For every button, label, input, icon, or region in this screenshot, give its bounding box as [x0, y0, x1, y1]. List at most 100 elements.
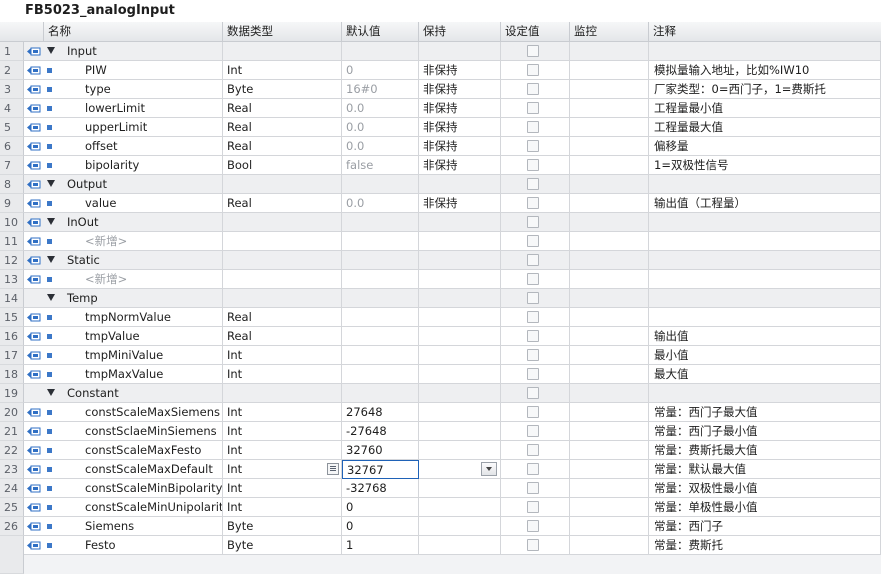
setpoint-cell[interactable] [501, 479, 570, 498]
comment-cell[interactable]: 常量：双极性最小值 [649, 479, 881, 498]
comment-cell[interactable]: 常量：西门子最大值 [649, 403, 881, 422]
retain-cell[interactable] [419, 308, 501, 327]
table-row[interactable]: 16 tmpValue Real 输出值 [0, 327, 881, 346]
datatype-cell[interactable]: Int [223, 365, 342, 384]
row-number[interactable]: 24 [0, 479, 24, 498]
checkbox-icon[interactable] [527, 444, 539, 456]
row-number[interactable]: 10 [0, 213, 24, 232]
datatype-cell[interactable] [223, 213, 342, 232]
checkbox-icon[interactable] [527, 368, 539, 380]
comment-cell[interactable] [649, 175, 881, 194]
checkbox-icon[interactable] [527, 501, 539, 513]
retain-cell[interactable] [419, 42, 501, 61]
expand-triangle-icon[interactable] [47, 180, 55, 187]
default-value-cell[interactable] [342, 270, 419, 289]
variable-name[interactable]: upperLimit [85, 118, 147, 136]
checkbox-icon[interactable] [527, 406, 539, 418]
name-cell[interactable]: lowerLimit [24, 99, 223, 118]
table-row[interactable]: 21 constSclaeMinSiemens Int -27648 常量：西门子最小值 [0, 422, 881, 441]
row-number[interactable]: 22 [0, 441, 24, 460]
name-cell[interactable]: tmpValue [24, 327, 223, 346]
table-row[interactable]: 2 PIW Int 0 非保持 模拟量输入地址，比如%IW10 [0, 61, 881, 80]
datatype-cell[interactable] [223, 232, 342, 251]
retain-cell[interactable]: 非保持 [419, 118, 501, 137]
row-number[interactable]: 3 [0, 80, 24, 99]
default-value-cell[interactable] [342, 308, 419, 327]
datatype-cell[interactable] [223, 251, 342, 270]
name-cell[interactable]: Static [24, 251, 223, 270]
name-cell[interactable]: upperLimit [24, 118, 223, 137]
setpoint-cell[interactable] [501, 270, 570, 289]
default-value-cell[interactable] [342, 213, 419, 232]
row-number[interactable]: 19 [0, 384, 24, 403]
name-cell[interactable]: tmpMiniValue [24, 346, 223, 365]
header-default[interactable]: 默认值 [342, 22, 419, 41]
variable-name[interactable]: lowerLimit [85, 99, 145, 117]
expand-triangle-icon[interactable] [47, 218, 55, 225]
variable-name[interactable]: Constant [67, 384, 119, 402]
default-value-cell[interactable] [342, 42, 419, 61]
variable-name[interactable]: tmpNormValue [85, 308, 171, 326]
variable-name[interactable]: constScaleMinUnipolarity [85, 498, 222, 516]
setpoint-cell[interactable] [501, 213, 570, 232]
comment-cell[interactable] [649, 232, 881, 251]
row-number[interactable]: 11 [0, 232, 24, 251]
default-value-cell[interactable] [342, 175, 419, 194]
default-value-cell[interactable] [342, 346, 419, 365]
name-cell[interactable]: bipolarity [24, 156, 223, 175]
variable-name[interactable]: constScaleMaxSiemens [85, 403, 220, 421]
retain-cell[interactable] [419, 270, 501, 289]
datatype-cell[interactable] [223, 384, 342, 403]
name-cell[interactable]: <新增> [24, 232, 223, 251]
variable-name[interactable]: constSclaeMinSiemens [85, 422, 217, 440]
checkbox-icon[interactable] [527, 216, 539, 228]
row-number[interactable]: 16 [0, 327, 24, 346]
comment-cell[interactable] [649, 270, 881, 289]
retain-cell[interactable]: 非保持 [419, 80, 501, 99]
datatype-cell[interactable]: Real [223, 99, 342, 118]
name-cell[interactable]: Constant [24, 384, 223, 403]
setpoint-cell[interactable] [501, 346, 570, 365]
comment-cell[interactable]: 常量：西门子最小值 [649, 422, 881, 441]
retain-cell[interactable] [419, 384, 501, 403]
row-number[interactable]: 17 [0, 346, 24, 365]
retain-cell[interactable] [419, 327, 501, 346]
row-number[interactable]: 18 [0, 365, 24, 384]
expand-triangle-icon[interactable] [47, 256, 55, 263]
variable-name[interactable]: InOut [67, 213, 99, 231]
comment-cell[interactable] [649, 42, 881, 61]
default-value-cell[interactable]: 32760 [342, 441, 419, 460]
table-row[interactable]: 6 offset Real 0.0 非保持 偏移量 [0, 137, 881, 156]
setpoint-cell[interactable] [501, 403, 570, 422]
name-cell[interactable]: <新增> [24, 270, 223, 289]
datatype-cell[interactable]: Int [223, 498, 342, 517]
checkbox-icon[interactable] [527, 330, 539, 342]
row-number[interactable]: 26 [0, 517, 24, 536]
name-cell[interactable]: constScaleMaxFesto [24, 441, 223, 460]
row-number[interactable]: 8 [0, 175, 24, 194]
name-cell[interactable]: tmpNormValue [24, 308, 223, 327]
datatype-cell[interactable] [223, 175, 342, 194]
default-value-cell[interactable]: 0 [342, 498, 419, 517]
variable-name[interactable]: constScaleMinBipolarity [85, 479, 222, 497]
table-row[interactable]: 26 Siemens Byte 0 常量：西门子 [0, 517, 881, 536]
retain-cell[interactable]: 非保持 [419, 137, 501, 156]
datatype-cell[interactable]: Byte [223, 517, 342, 536]
row-number[interactable]: 15 [0, 308, 24, 327]
default-value-cell[interactable] [342, 327, 419, 346]
variable-name[interactable]: constScaleMaxFesto [85, 441, 201, 459]
table-row[interactable]: 13 <新增> [0, 270, 881, 289]
datatype-cell[interactable] [223, 42, 342, 61]
setpoint-cell[interactable] [501, 42, 570, 61]
retain-cell[interactable] [419, 289, 501, 308]
variable-name[interactable]: tmpMaxValue [85, 365, 163, 383]
default-value-cell[interactable]: 27648 [342, 403, 419, 422]
default-value-cell[interactable] [342, 289, 419, 308]
row-number[interactable]: 9 [0, 194, 24, 213]
checkbox-icon[interactable] [527, 387, 539, 399]
comment-cell[interactable]: 模拟量输入地址，比如%IW10 [649, 61, 881, 80]
variable-name[interactable]: Siemens [85, 517, 134, 535]
default-value-cell[interactable]: 0 [342, 61, 419, 80]
section-row[interactable]: 19 Constant [0, 384, 881, 403]
default-value-cell[interactable]: -27648 [342, 422, 419, 441]
